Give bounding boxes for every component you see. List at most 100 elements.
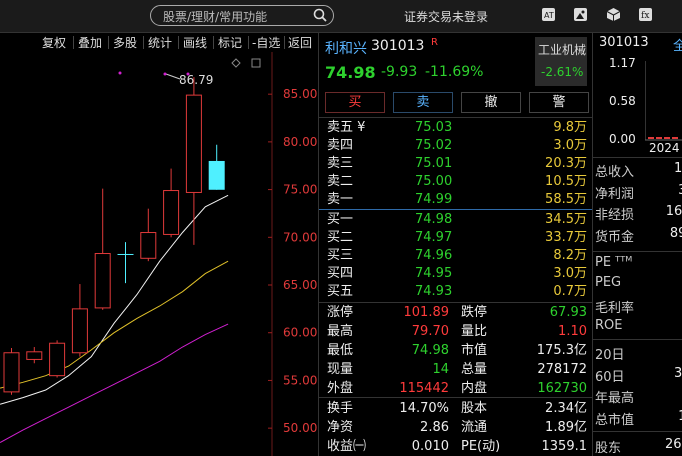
toolbar-mark[interactable]: 标记 xyxy=(218,34,242,51)
bid-price[interactable]: 74.97 xyxy=(415,229,452,247)
candle[interactable] xyxy=(71,284,88,357)
y-tick-label: 65.00 xyxy=(283,278,317,292)
y-tick-label: 60.00 xyxy=(283,326,317,340)
diamond-icon xyxy=(231,58,241,68)
chart-toolbar: 复权 叠加 多股 统计 画线 标记 -自选 返回 xyxy=(0,33,318,51)
divider xyxy=(73,36,74,49)
buy-button[interactable]: 买 xyxy=(325,92,385,113)
y-tick-label: 75.00 xyxy=(283,183,317,197)
search-icon[interactable] xyxy=(313,8,327,26)
function-icon[interactable]: fx xyxy=(638,7,653,22)
stat-label: PE(动) xyxy=(461,439,501,454)
ask-price[interactable]: 75.02 xyxy=(415,137,452,155)
toolbar-statistics[interactable]: 统计 xyxy=(148,34,172,51)
candle[interactable] xyxy=(117,242,134,284)
bid-volume: 34.5万 xyxy=(545,212,587,227)
candle-body xyxy=(94,253,111,309)
mini-bar xyxy=(648,137,654,139)
ask-price[interactable]: 75.03 xyxy=(415,119,452,137)
finance-value: 322 xyxy=(678,183,682,198)
ask-price[interactable]: 75.00 xyxy=(415,173,452,191)
bid-volume: 0.7万 xyxy=(553,284,587,299)
candle[interactable] xyxy=(185,77,202,245)
divider xyxy=(319,209,593,210)
finance-value: 8911 xyxy=(669,225,682,241)
sector-box[interactable]: 工业机械 -2.61% xyxy=(535,37,587,86)
image-icon[interactable] xyxy=(573,7,588,22)
candle-body xyxy=(26,351,43,360)
bid-price[interactable]: 74.95 xyxy=(415,265,452,283)
stock-name[interactable]: 利和兴 xyxy=(325,38,367,58)
stat-value: 162730 xyxy=(537,381,587,396)
box-icon[interactable] xyxy=(606,7,621,22)
toolbar-adjust[interactable]: 复权 xyxy=(42,34,66,51)
ask-price[interactable]: 74.99 xyxy=(415,191,452,209)
candle-body xyxy=(49,342,66,377)
mini-revenue-chart xyxy=(645,61,682,141)
candle[interactable] xyxy=(3,347,20,395)
kline-chart[interactable]: 85.00 80.00 75.00 70.00 65.00 60.00 55.00 50.00… xyxy=(0,52,318,456)
toolbar-overlay[interactable]: 叠加 xyxy=(78,34,102,51)
stat-value: 115442 xyxy=(399,381,449,396)
ask-volume: 10.5万 xyxy=(545,174,587,189)
toolbar-multi-stock[interactable]: 多股 xyxy=(113,34,137,51)
price-change-pct: -11.69% xyxy=(425,64,484,80)
y-tick-label: 55.00 xyxy=(283,373,317,387)
bid-price[interactable]: 74.98 xyxy=(415,211,452,229)
mini-tick: 1.17 xyxy=(609,56,636,70)
stat-label: 最高 xyxy=(327,324,354,339)
broker-icon[interactable]: AT xyxy=(541,7,556,22)
svg-text:fx: fx xyxy=(641,11,649,21)
candle-body xyxy=(71,308,88,354)
y-tick-label: 70.00 xyxy=(283,230,317,244)
candle[interactable] xyxy=(94,188,111,310)
finance-label: PEG xyxy=(595,275,622,290)
pe-ttm-label: PE ᵀᵀᴹ xyxy=(595,255,633,270)
finance-value: 16.80 xyxy=(665,204,682,219)
mini-bar xyxy=(656,137,662,139)
candle-body xyxy=(185,94,202,193)
stat-value: 1.89亿 xyxy=(545,420,587,435)
settings-icons[interactable] xyxy=(231,58,261,68)
stat-label: 收益㈠ xyxy=(327,439,367,454)
bid-price[interactable]: 74.96 xyxy=(415,247,452,265)
ask-label: 卖一 xyxy=(327,192,354,207)
candle[interactable] xyxy=(140,208,157,262)
stat-label: 总量 xyxy=(461,362,488,377)
ask-volume: 9.8万 xyxy=(553,120,587,135)
toolbar-draw-line[interactable]: 画线 xyxy=(183,34,207,51)
stat-label: 内盘 xyxy=(461,381,488,396)
alert-button[interactable]: 警 xyxy=(529,92,589,113)
finance-label: 毛利率 xyxy=(595,300,635,316)
panel-tab[interactable]: 全 xyxy=(673,35,682,54)
search-input[interactable]: 股票/理财/常用功能 xyxy=(163,8,267,25)
ask-price[interactable]: 75.01 xyxy=(415,155,452,173)
search-box[interactable]: 股票/理财/常用功能 xyxy=(150,5,334,26)
candle[interactable] xyxy=(49,340,66,378)
divider xyxy=(593,157,682,158)
sector-name: 工业机械 xyxy=(538,43,587,57)
candle[interactable] xyxy=(26,347,43,364)
stat-label: 市值 xyxy=(461,343,488,358)
bid-volume: 33.7万 xyxy=(545,230,587,245)
trading-login-status[interactable]: 证券交易未登录 xyxy=(404,8,488,25)
finance-panel: 301013 全 1.17 0.58 0.00 2024 总收入 1.40 净利润 3… xyxy=(592,33,682,456)
stat-label: 净资 xyxy=(327,420,354,435)
stat-label: 最低 xyxy=(327,343,354,358)
y-tick-label: 50.00 xyxy=(283,421,317,435)
toolbar-watchlist[interactable]: -自选 xyxy=(252,34,280,51)
divider xyxy=(593,251,682,252)
toolbar-back[interactable]: 返回 xyxy=(288,34,312,51)
marker-dot xyxy=(186,72,190,76)
mini-tick: 0.00 xyxy=(609,132,636,146)
finance-label: 总收入 xyxy=(595,165,635,180)
finance-value: 198 xyxy=(678,409,682,424)
sell-button[interactable]: 卖 xyxy=(393,92,453,113)
bid-label: 买一 xyxy=(327,212,354,227)
candle[interactable] xyxy=(208,144,225,190)
bid-price[interactable]: 74.93 xyxy=(415,283,452,301)
cancel-order-button[interactable]: 撤 xyxy=(461,92,521,113)
shareholder-label: 股东 xyxy=(595,441,622,456)
ma-magenta-line xyxy=(0,323,229,443)
candle[interactable] xyxy=(163,168,180,238)
